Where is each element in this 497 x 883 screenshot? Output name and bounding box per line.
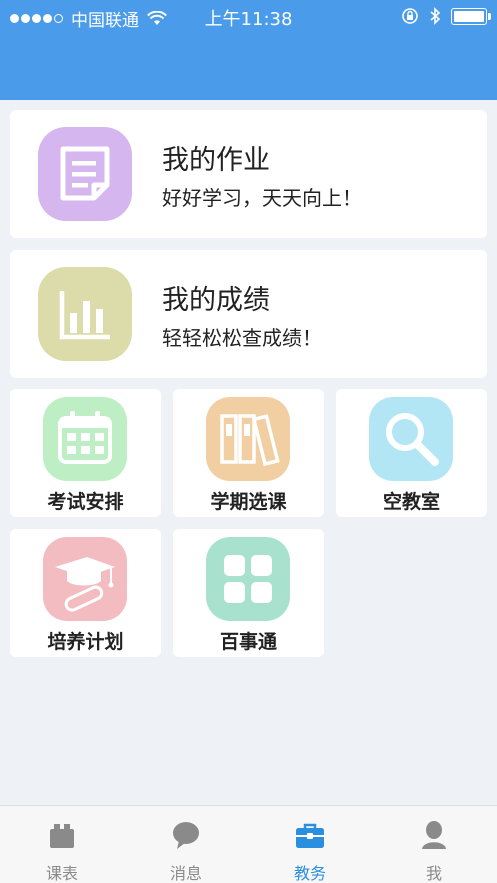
exam-schedule-label: 考试安排 bbox=[47, 491, 124, 513]
empty-classroom-tile[interactable]: 空教室 bbox=[336, 389, 487, 517]
homework-title: 我的作业 bbox=[162, 145, 270, 176]
tab-schedule-label: 课表 bbox=[45, 864, 78, 883]
grades-title: 我的成绩 bbox=[162, 285, 270, 316]
exam-schedule-tile[interactable]: 考试安排 bbox=[10, 389, 161, 517]
schedule-icon bbox=[50, 824, 74, 848]
know-it-all-tile[interactable]: 百事通 bbox=[173, 529, 324, 657]
course-selection-tile[interactable]: 学期选课 bbox=[173, 389, 324, 517]
books-icon bbox=[206, 397, 290, 481]
bluetooth-icon bbox=[430, 7, 441, 25]
chart-icon bbox=[38, 267, 132, 361]
tab-me[interactable]: 我 bbox=[372, 806, 496, 883]
calendar-icon bbox=[43, 397, 127, 481]
person-icon bbox=[422, 821, 446, 849]
course-selection-label: 学期选课 bbox=[210, 491, 287, 513]
grades-card[interactable]: 我的成绩 轻轻松松查成绩！ bbox=[10, 250, 487, 378]
status-bar: 中国联通 上午11:38 bbox=[0, 0, 497, 34]
grid-icon bbox=[206, 537, 290, 621]
homework-card[interactable]: 我的作业 好好学习，天天向上！ bbox=[10, 110, 487, 238]
app-header: 中国联通 上午11:38 bbox=[0, 0, 497, 100]
status-right bbox=[401, 7, 491, 25]
training-plan-label: 培养计划 bbox=[47, 631, 124, 653]
tab-bar: 课表 消息 教务 我 bbox=[0, 805, 497, 883]
tab-academic-affairs[interactable]: 教务 bbox=[248, 806, 372, 883]
briefcase-icon bbox=[296, 823, 324, 848]
empty-classroom-label: 空教室 bbox=[382, 491, 440, 513]
battery-icon bbox=[451, 7, 491, 25]
graduation-cap-icon bbox=[43, 537, 127, 621]
tab-messages-label: 消息 bbox=[169, 864, 202, 883]
training-plan-tile[interactable]: 培养计划 bbox=[10, 529, 161, 657]
tab-me-label: 我 bbox=[425, 864, 442, 883]
homework-icon bbox=[38, 127, 132, 221]
grades-subtitle: 轻轻松松查成绩！ bbox=[162, 326, 322, 350]
rotation-lock-icon bbox=[402, 8, 418, 24]
know-it-all-label: 百事通 bbox=[219, 631, 277, 653]
message-icon bbox=[173, 822, 199, 849]
tab-schedule[interactable]: 课表 bbox=[0, 806, 124, 883]
homework-subtitle: 好好学习，天天向上！ bbox=[162, 186, 362, 210]
tab-messages[interactable]: 消息 bbox=[124, 806, 248, 883]
tab-academic-affairs-label: 教务 bbox=[293, 864, 326, 883]
magnifier-icon bbox=[369, 397, 453, 481]
